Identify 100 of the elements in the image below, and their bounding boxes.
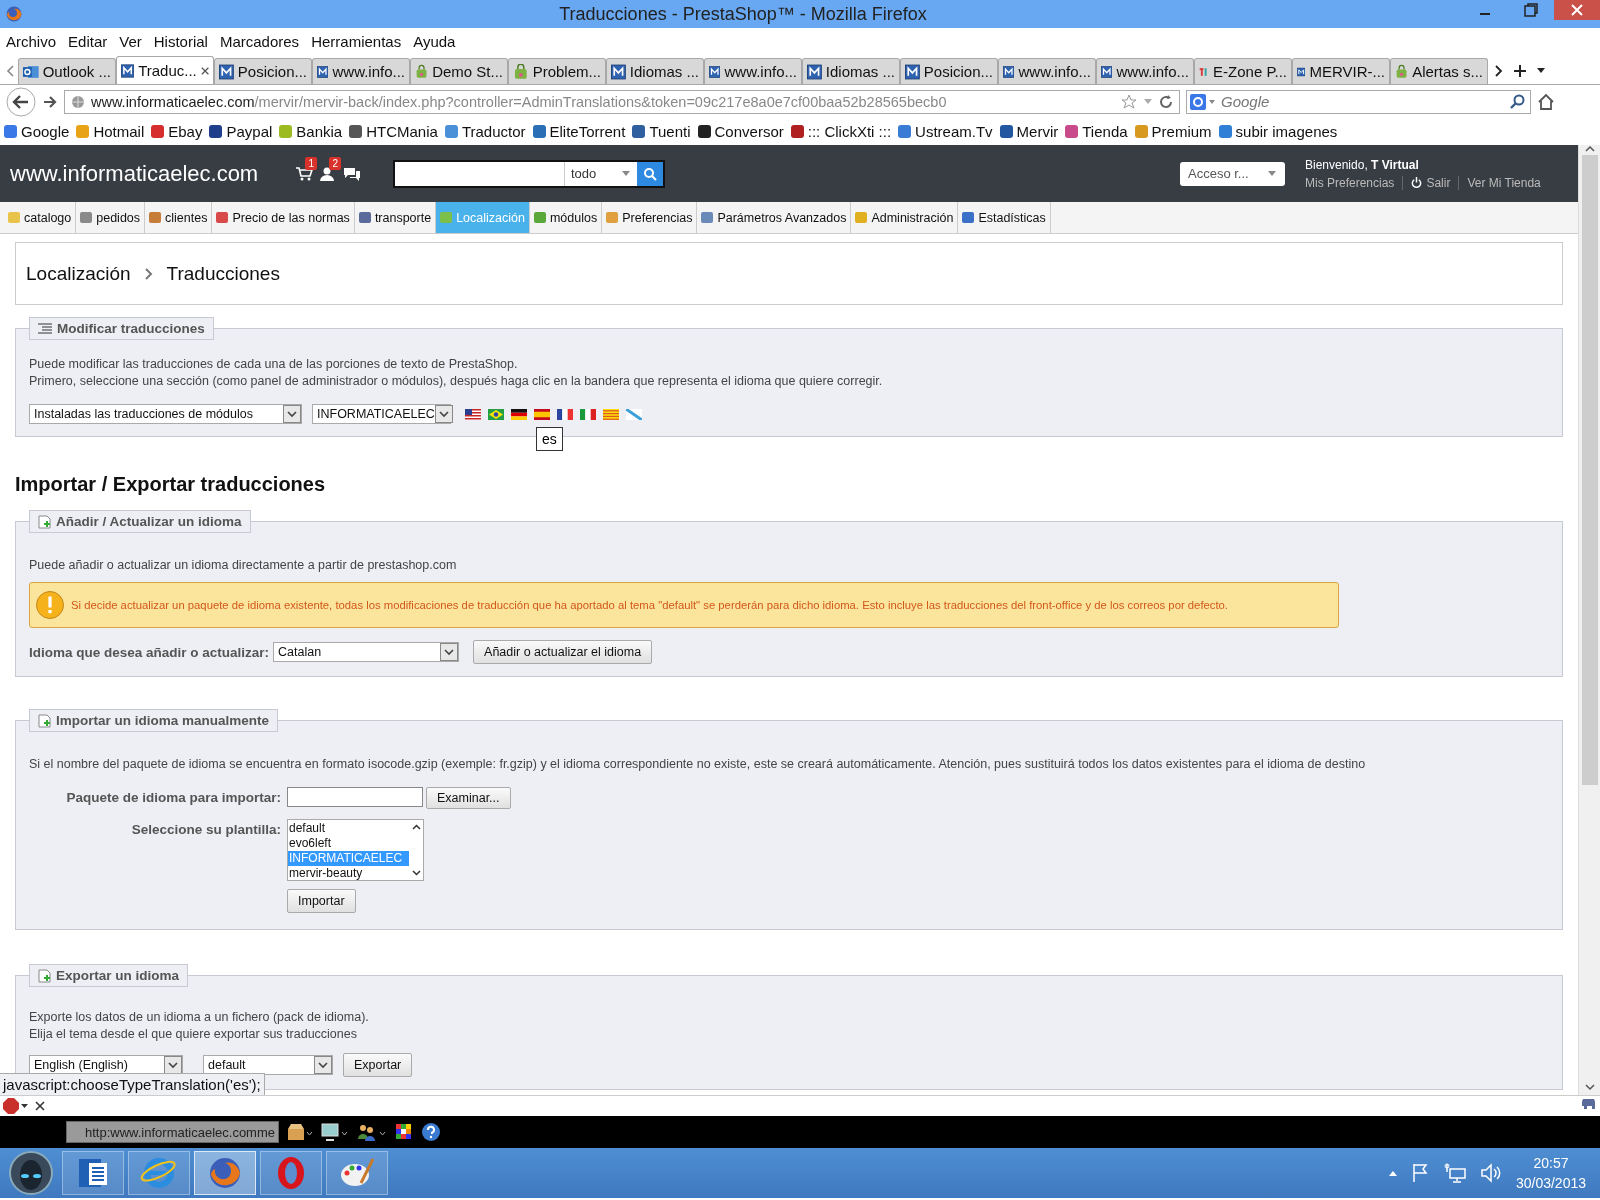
menu-item[interactable]: Marcadores [213,33,306,50]
export-button[interactable]: Exportar [343,1053,413,1077]
close-icon[interactable] [35,1101,45,1111]
bookmark[interactable]: Traductor [444,123,526,140]
section-select[interactable]: Instaladas las traducciones de módulos [29,404,302,424]
address-field[interactable]: www.informaticaelec.com/mervir/mervir-back/index.php?controller=AdminTranslations&token=09c217e8a0e7cf00baa52b28565becb0 [64,89,1180,114]
browser-tab[interactable]: Problem... [508,58,606,84]
browser-tab[interactable]: E-Zone P... [1194,58,1292,84]
scroll-down-icon[interactable] [411,870,421,876]
theme-select[interactable]: INFORMATICAELEC [312,404,451,424]
stop-sign-icon[interactable] [3,1098,29,1114]
dropdown-icon[interactable] [1536,67,1546,75]
browser-tab[interactable]: www.info... [998,58,1096,84]
bookmark[interactable]: Ustream.Tv [898,123,993,140]
taskbar-app[interactable] [260,1151,322,1195]
template-list[interactable]: default evo6left INFORMATICAELEC mervir-beauty [287,819,424,881]
speaker-icon[interactable] [1479,1163,1502,1183]
chat-icon[interactable] [343,165,361,182]
nav-tab[interactable]: Estadísticas [958,202,1051,233]
bookmark[interactable]: Tienda [1065,123,1128,140]
browse-button[interactable]: Examinar... [426,787,511,809]
search-engine-icon[interactable] [1190,92,1216,111]
clock-time[interactable]: 20:57 [1533,1153,1569,1173]
bookmark[interactable]: Tuenti [632,123,691,140]
header-link[interactable]: Mis Preferencias [1305,175,1403,190]
new-tab-icon[interactable] [1514,65,1526,77]
monitor-icon[interactable] [321,1123,349,1141]
browser-tab[interactable]: Outlook ... [18,58,116,84]
box-icon[interactable] [287,1123,313,1141]
bookmark[interactable]: Premium [1134,123,1212,140]
import-button[interactable]: Importar [287,889,356,913]
admin-search-field[interactable]: todo [393,159,665,188]
bookmark[interactable]: ::: ClickXti ::: [790,123,892,140]
show-hidden-icon[interactable] [1387,1169,1398,1177]
star-icon[interactable] [1121,93,1137,110]
browser-tab[interactable]: Idiomas ... [606,58,704,84]
breadcrumb-item[interactable]: Localización [26,262,131,285]
scrollbar[interactable] [1578,145,1600,1095]
header-link[interactable]: Ver Mi Tienda [1458,175,1549,190]
close-tab-icon[interactable] [200,65,209,76]
person-icon[interactable] [319,165,337,182]
nav-tab[interactable]: Precio de las normas [212,202,355,233]
browser-tab[interactable]: Demo St... [410,58,508,84]
cube-icon[interactable] [395,1123,413,1141]
browser-tab[interactable]: Traduc... [116,56,214,84]
file-field[interactable] [287,787,423,807]
bookmark[interactable]: Mervir [999,123,1059,140]
browser-tab[interactable]: www.info... [312,58,410,84]
menu-item[interactable]: Historial [147,33,214,50]
flag-icon[interactable] [557,408,573,420]
browser-tab[interactable]: Idiomas ... [802,58,900,84]
theme-select[interactable]: default [203,1055,333,1075]
shop-name[interactable]: www.informaticaelec.com [10,160,295,187]
people-icon[interactable] [357,1123,387,1141]
list-option[interactable]: mervir-beauty [288,866,409,881]
taskbar-app[interactable] [326,1151,388,1195]
menu-item[interactable]: Ayuda [407,33,462,50]
scroll-right-icon[interactable] [1494,64,1504,78]
search-icon[interactable] [1510,93,1526,110]
nav-tab[interactable]: catalogo [4,202,77,233]
flag-icon[interactable] [511,408,527,420]
nav-tab[interactable]: pedidos [76,202,146,233]
start-button[interactable] [8,1150,54,1196]
language-select[interactable]: Catalan [273,642,460,662]
nav-tab[interactable]: Preferencias [602,202,698,233]
scroll-up-icon[interactable] [1584,145,1595,153]
scroll-down-icon[interactable] [1584,1083,1595,1091]
menu-item[interactable]: Herramientas [305,33,408,50]
help-icon[interactable] [421,1122,441,1142]
forward-button[interactable] [42,93,58,110]
browser-tab[interactable]: Alertas s... [1390,58,1488,84]
home-icon[interactable] [1537,92,1555,111]
menu-item[interactable]: Ver [113,33,148,50]
flag-icon[interactable] [465,408,481,420]
quick-access-select[interactable]: Acceso r... [1180,161,1285,186]
search-field[interactable]: Google [1186,89,1531,114]
menu-item[interactable]: Editar [62,33,114,50]
reload-icon[interactable] [1159,94,1173,109]
back-button[interactable] [6,86,36,117]
network-icon[interactable] [1443,1163,1466,1183]
browser-tab[interactable]: www.info... [704,58,802,84]
language-select[interactable]: English (English) [29,1055,183,1075]
bookmark[interactable]: HTCMania [349,123,438,140]
list-option[interactable]: evo6left [288,836,409,851]
scroll-up-icon[interactable] [411,824,421,830]
taskbar-app[interactable] [194,1151,256,1195]
nav-tab[interactable]: Administración [851,202,959,233]
nav-tab[interactable]: Parámetros Avanzados [697,202,852,233]
bookmark[interactable]: Paypal [209,123,273,140]
add-language-button[interactable]: Añadir o actualizar el idioma [473,640,653,664]
nav-tab[interactable]: módulos [529,202,603,233]
header-link[interactable]: Salir [1402,175,1459,190]
browser-tab[interactable]: Posicion... [900,58,998,84]
search-button[interactable] [637,161,663,186]
browser-tab[interactable]: www.info... [1096,58,1194,84]
bookmark[interactable]: Conversor [697,123,784,140]
bookmark[interactable]: Hotmail [76,123,145,140]
bookmark[interactable]: subir imagenes [1218,123,1338,140]
browser-tab[interactable]: Posicion... [214,58,312,84]
browser-tab[interactable]: MERVIR-... [1292,58,1390,84]
